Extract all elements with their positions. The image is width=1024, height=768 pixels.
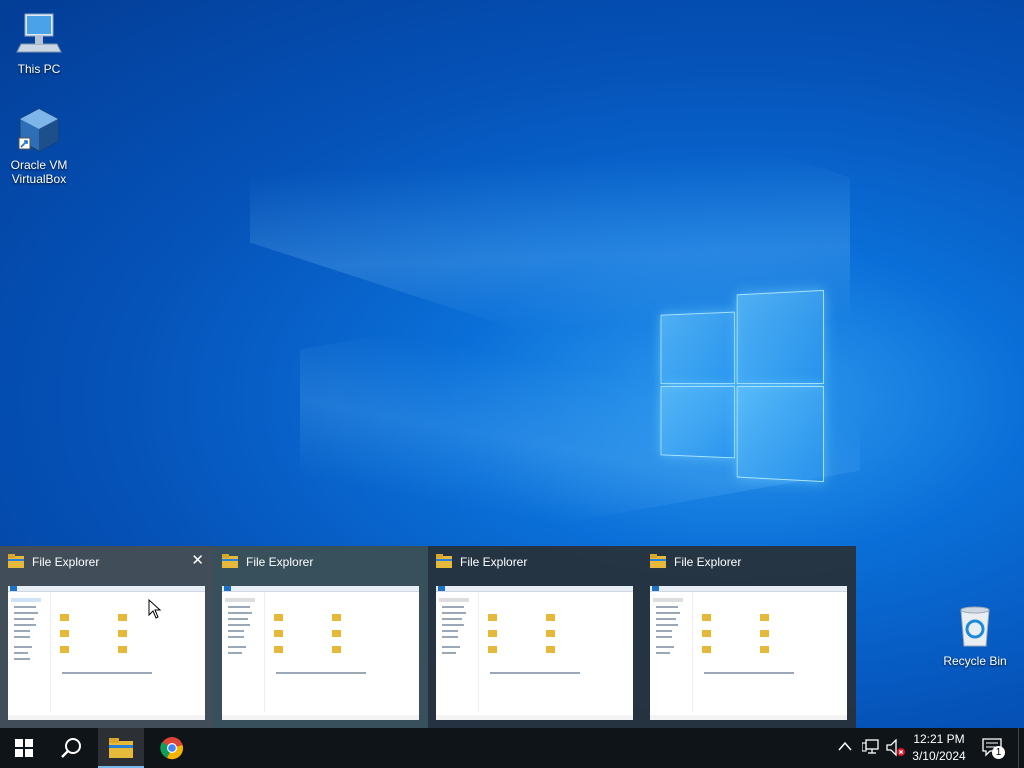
thumbnail-file-explorer-2[interactable]: File Explorer [214, 546, 428, 728]
notification-count-badge: 1 [992, 746, 1005, 759]
desktop-icon-recycle-bin[interactable]: Recycle Bin [938, 602, 1012, 668]
folder-icon [650, 554, 666, 568]
computer-icon [15, 10, 63, 58]
chrome-icon [160, 737, 183, 760]
network-icon [861, 739, 879, 754]
action-center-button[interactable]: 1 [982, 738, 1008, 760]
taskbar: 12:21 PM 3/10/2024 1 [0, 728, 1024, 768]
windows-logo-wallpaper [660, 289, 824, 483]
network-tray[interactable] [861, 739, 880, 758]
window-preview [436, 586, 633, 720]
chevron-up-icon [838, 741, 852, 751]
desktop-icon-this-pc[interactable]: This PC [2, 10, 76, 76]
folder-icon [436, 554, 452, 568]
desktop-icon-label: Recycle Bin [943, 654, 1007, 668]
folder-icon [8, 554, 24, 568]
desktop-icon-label: This PC [17, 62, 61, 76]
desktop-icon-virtualbox[interactable]: Oracle VM VirtualBox [2, 106, 76, 186]
search-icon [61, 738, 81, 758]
window-preview [650, 586, 847, 720]
show-desktop-button[interactable] [1018, 728, 1024, 768]
mouse-cursor-icon [148, 599, 162, 619]
taskbar-thumbnail-previews: File Explorer ✕ File Explorer File Explo… [0, 546, 856, 728]
recycle-bin-icon [951, 602, 999, 650]
window-preview [8, 586, 205, 720]
taskbar-file-explorer[interactable] [98, 728, 144, 768]
show-hidden-icons[interactable] [838, 740, 852, 754]
thumbnail-title: File Explorer [674, 555, 742, 569]
start-icon [15, 739, 33, 757]
thumbnail-title: File Explorer [460, 555, 528, 569]
close-icon[interactable]: ✕ [191, 553, 204, 568]
search-button[interactable] [48, 728, 96, 768]
clock-time: 12:21 PM [913, 732, 965, 746]
thumbnail-file-explorer-4[interactable]: File Explorer [642, 546, 856, 728]
file-explorer-icon [109, 738, 133, 758]
desktop-icon-label: Oracle VM VirtualBox [10, 158, 68, 186]
start-button[interactable] [0, 728, 48, 768]
thumbnail-title: File Explorer [32, 555, 100, 569]
window-preview [222, 586, 419, 720]
thumbnail-file-explorer-1[interactable]: File Explorer ✕ [0, 546, 214, 728]
virtualbox-icon [15, 106, 63, 154]
folder-icon [222, 554, 238, 568]
clock[interactable]: 12:21 PM 3/10/2024 [900, 731, 978, 765]
taskbar-chrome[interactable] [148, 728, 196, 768]
clock-date: 3/10/2024 [912, 749, 966, 763]
thumbnail-file-explorer-3[interactable]: File Explorer [428, 546, 642, 728]
thumbnail-title: File Explorer [246, 555, 314, 569]
